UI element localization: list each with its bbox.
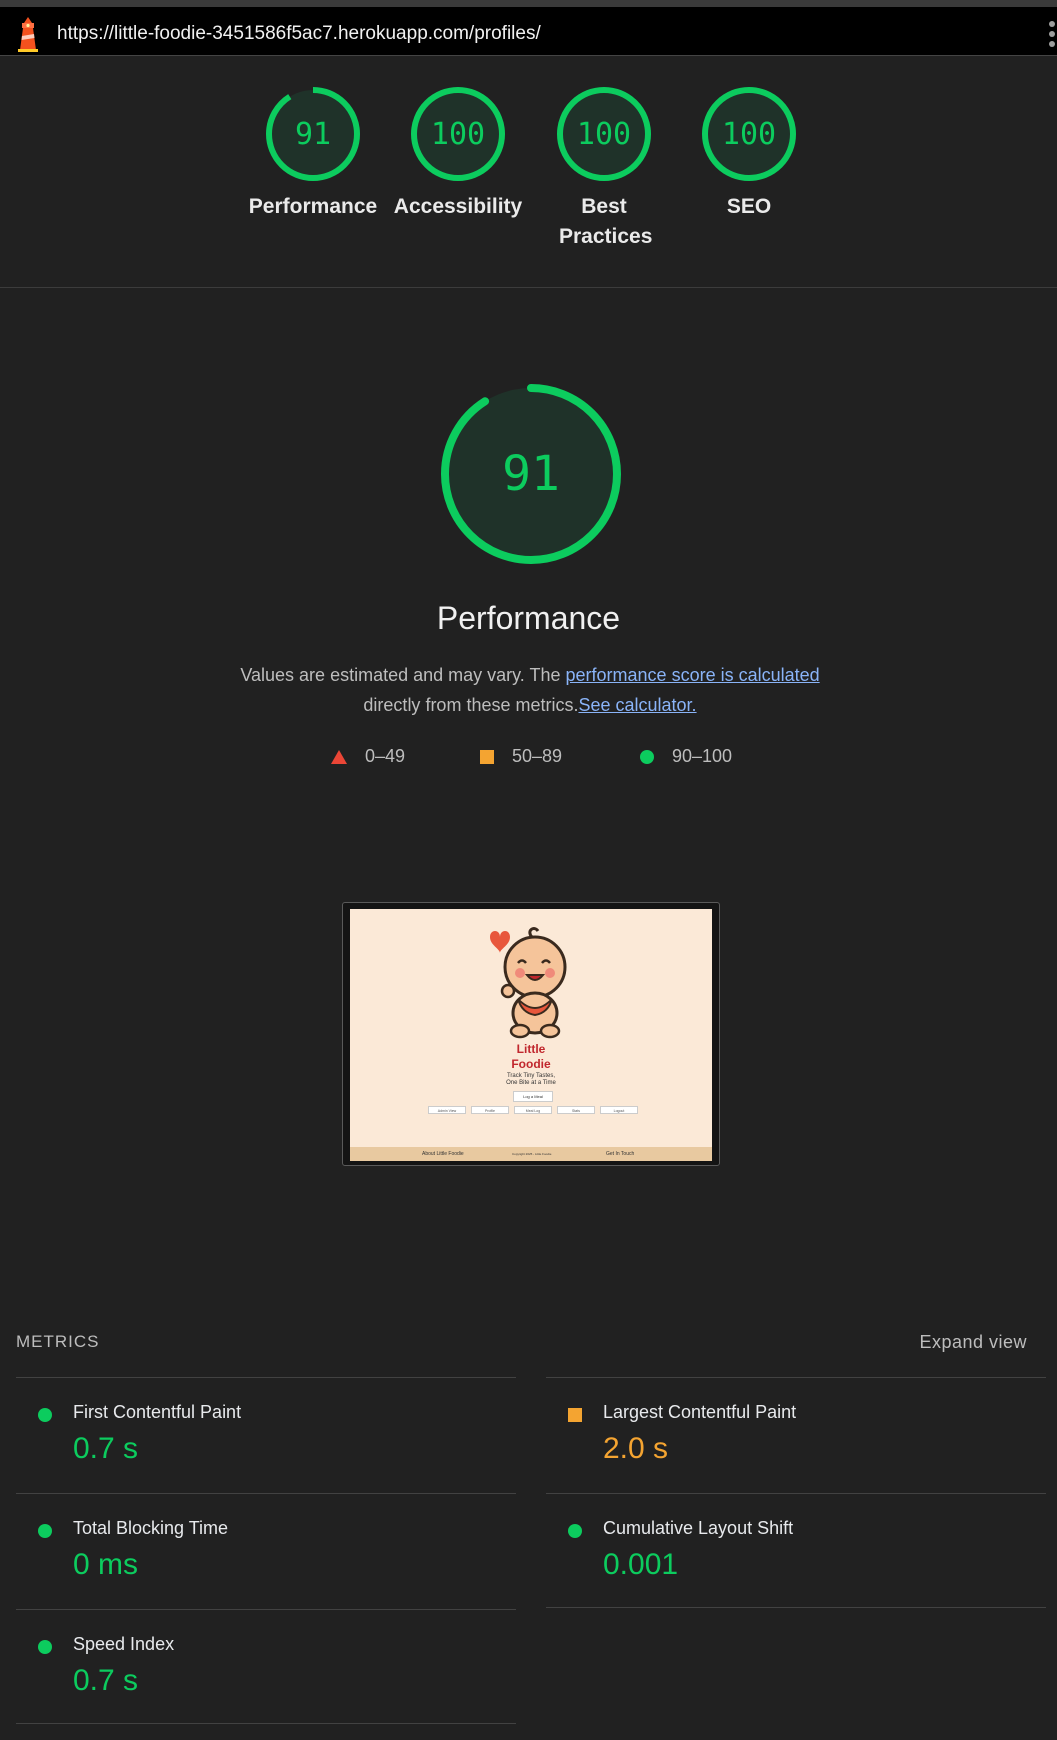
baby-mascot-icon	[490, 927, 567, 1039]
category-gauges: 91 Performance 100 Accessibility 100 Bes…	[0, 56, 1057, 288]
expand-view-toggle[interactable]: Expand view	[919, 1332, 1027, 1353]
nav-item: Meal Log	[514, 1106, 552, 1114]
log-meal-button: Log a Meal	[513, 1091, 553, 1102]
gauge-label: Performance	[248, 195, 378, 218]
pass-circle-icon	[38, 1524, 52, 1538]
metric-name: Cumulative Layout Shift	[603, 1518, 794, 1538]
heart-icon	[490, 931, 510, 953]
gauge-label: Accessibility	[393, 195, 523, 218]
legend-pass-label: 90–100	[672, 746, 733, 766]
gauge-best-practices[interactable]: 100 Best Practices	[534, 84, 674, 252]
average-square-icon	[568, 1408, 582, 1422]
nav-item: Profile	[471, 1106, 509, 1114]
metric-total-blocking-time[interactable]: Total Blocking Time 0 ms	[16, 1493, 516, 1608]
performance-gauge-large: 91	[441, 384, 621, 564]
lighthouse-icon	[18, 17, 38, 52]
desc-text: directly from these metrics.	[363, 695, 579, 715]
gauge-accessibility[interactable]: 100 Accessibility	[388, 84, 528, 222]
gauge-score: 100	[577, 117, 631, 152]
metric-value: 0.001	[603, 1548, 679, 1581]
footer-about: About Little Foodie	[422, 1151, 464, 1157]
legend-average: 50–89	[480, 746, 562, 767]
pass-circle-icon	[640, 749, 654, 764]
metric-name: First Contentful Paint	[73, 1402, 242, 1422]
kebab-menu-icon[interactable]	[1047, 21, 1057, 51]
score-gauge: 100	[702, 87, 796, 181]
fail-triangle-icon	[331, 749, 347, 764]
app-title: Little Foodie	[511, 1042, 551, 1071]
metric-speed-index[interactable]: Speed Index 0.7 s	[16, 1609, 516, 1724]
nav-item: Admin View	[428, 1106, 466, 1114]
legend-fail: 0–49	[331, 746, 405, 767]
browser-url-bar: https://little-foodie-3451586f5ac7.herok…	[0, 0, 1057, 56]
score-gauge: 100	[557, 87, 651, 181]
gauge-score: 100	[431, 117, 485, 152]
score-legend: 0–49 50–89 90–100	[0, 746, 1057, 770]
metric-name: Total Blocking Time	[73, 1518, 229, 1538]
footer-copyright: Copyright 2025 - Little Foodie	[512, 1152, 552, 1156]
score-gauge: 91	[266, 87, 360, 181]
average-square-icon	[480, 749, 494, 764]
metric-value: 2.0 s	[603, 1432, 669, 1465]
pass-circle-icon	[568, 1524, 582, 1538]
performance-description: Values are estimated and may vary. The p…	[200, 660, 860, 720]
gauge-score: 91	[295, 117, 331, 152]
app-subtitle: Track Tiny Tastes, One Bite at a Time	[506, 1073, 556, 1086]
screenshot-content: Little Foodie Track Tiny Tastes, One Bit…	[350, 909, 712, 1161]
metrics-heading: METRICS	[16, 1332, 100, 1351]
metric-value: 0.7 s	[73, 1432, 139, 1465]
divider	[16, 1723, 516, 1724]
legend-average-label: 50–89	[512, 746, 563, 766]
metric-name: Speed Index	[73, 1634, 175, 1654]
pass-circle-icon	[38, 1408, 52, 1422]
metric-value: 0 ms	[73, 1548, 139, 1581]
metric-first-contentful-paint[interactable]: First Contentful Paint 0.7 s	[16, 1377, 516, 1492]
score-calculated-link[interactable]: performance score is calculated	[566, 665, 820, 685]
nav-item: Logout	[600, 1106, 638, 1114]
pass-circle-icon	[38, 1640, 52, 1654]
metric-cumulative-layout-shift[interactable]: Cumulative Layout Shift 0.001	[546, 1493, 1046, 1608]
performance-title: Performance	[436, 600, 621, 636]
see-calculator-link[interactable]: See calculator.	[578, 695, 696, 715]
metric-largest-contentful-paint[interactable]: Largest Contentful Paint 2.0 s	[546, 1377, 1046, 1492]
page-url[interactable]: https://little-foodie-3451586f5ac7.herok…	[57, 23, 541, 45]
performance-score: 91	[502, 446, 560, 502]
app-footer: About Little Foodie Copyright 2025 - Lit…	[350, 1147, 712, 1161]
gauge-performance[interactable]: 91 Performance	[243, 84, 383, 222]
gauge-seo[interactable]: 100 SEO	[679, 84, 819, 222]
gauge-score: 100	[722, 117, 776, 152]
gauge-label: SEO	[726, 195, 772, 218]
footer-contact: Get In Touch	[606, 1151, 635, 1157]
nav-item: Stats	[557, 1106, 595, 1114]
legend-fail-label: 0–49	[365, 746, 406, 766]
metric-name: Largest Contentful Paint	[603, 1402, 797, 1422]
app-nav: Admin View Profile Meal Log Stats Logout	[428, 1106, 638, 1114]
desc-text: Values are estimated and may vary. The	[240, 665, 566, 685]
gauge-label: Best Practices	[559, 195, 653, 248]
legend-pass: 90–100	[640, 746, 732, 767]
score-gauge: 100	[411, 87, 505, 181]
metric-value: 0.7 s	[73, 1664, 139, 1697]
final-screenshot[interactable]: Little Foodie Track Tiny Tastes, One Bit…	[342, 902, 720, 1166]
